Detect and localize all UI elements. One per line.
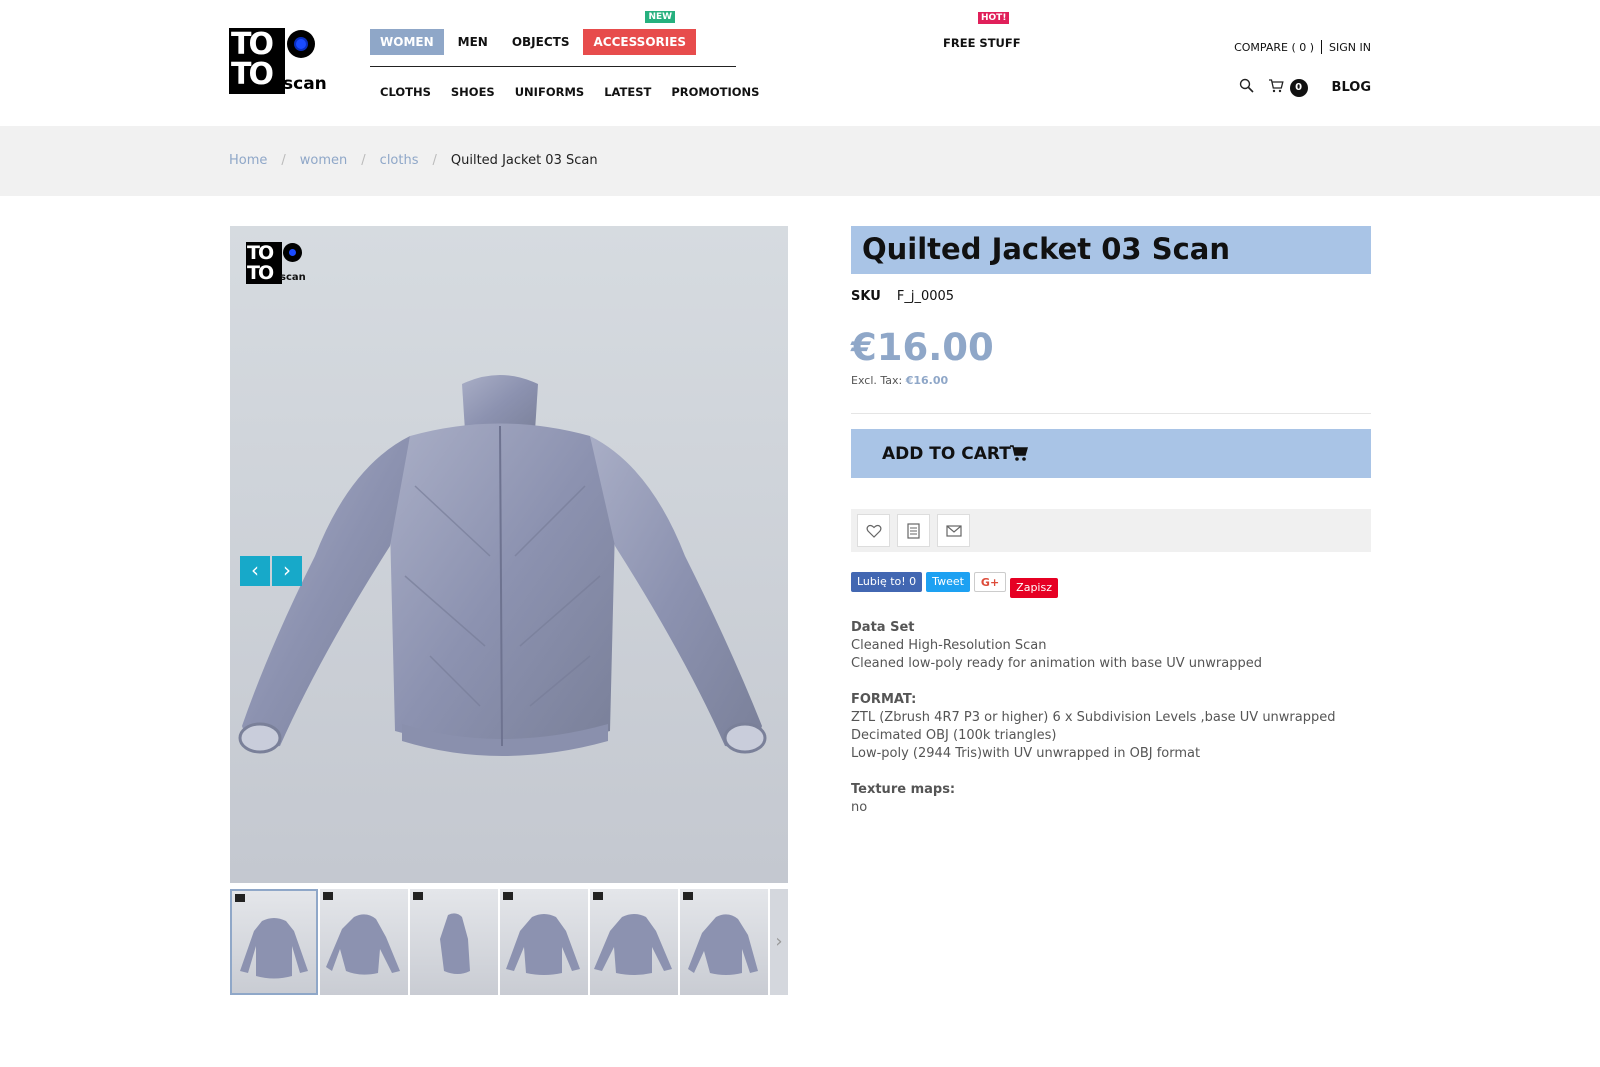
nav-divider [370, 66, 736, 67]
product-actions [851, 509, 1371, 552]
sub-nav: CLOTHS SHOES UNIFORMS LATEST PROMOTIONS [380, 85, 759, 99]
texture-value: no [851, 800, 868, 815]
add-to-cart-label: ADD TO CART [882, 444, 1011, 464]
chevron-right-icon: › [775, 931, 783, 952]
format-line: ZTL (Zbrush 4R7 P3 or higher) 6 x Subdiv… [851, 710, 1336, 725]
thumbnail[interactable] [230, 889, 318, 995]
nav-men[interactable]: MEN [448, 29, 498, 55]
facebook-like-button[interactable]: Lubię to! 0 [851, 572, 923, 592]
tweet-button[interactable]: Tweet [926, 572, 970, 592]
cart-icon[interactable] [1268, 78, 1284, 97]
header-icons: 0 BLOG [1239, 78, 1371, 97]
product-title-box: Quilted Jacket 03 Scan [851, 226, 1371, 274]
excl-tax-price: €16.00 [905, 374, 949, 387]
cart-count-badge: 0 [1289, 78, 1308, 97]
compare-button[interactable] [897, 514, 930, 547]
breadcrumb-separator: / [361, 153, 366, 168]
format-line: Low-poly (2944 Tris)with UV unwrapped in… [851, 746, 1201, 761]
email-button[interactable] [937, 514, 970, 547]
chevron-right-icon: › [283, 558, 291, 582]
sku-value: F_j_0005 [896, 289, 955, 304]
sign-in-link[interactable]: SIGN IN [1329, 41, 1371, 54]
subnav-shoes[interactable]: SHOES [451, 85, 495, 99]
hot-badge: HOT! [978, 12, 1010, 24]
breadcrumb-home[interactable]: Home [229, 153, 267, 168]
wishlist-button[interactable] [857, 514, 890, 547]
add-to-cart-button[interactable]: ADD TO CART [851, 429, 1371, 478]
nav-women[interactable]: WOMEN [370, 29, 444, 55]
logo-mark: TO TO [229, 28, 285, 94]
nav-objects[interactable]: OBJECTS [502, 29, 580, 55]
thumbnail-next-button[interactable]: › [770, 889, 788, 995]
excl-tax-label: Excl. Tax: [851, 374, 903, 387]
thumbnail[interactable] [590, 889, 678, 995]
compare-link[interactable]: COMPARE ( 0 ) [1234, 41, 1314, 54]
nav-accessories-label: ACCESSORIES [593, 35, 687, 49]
breadcrumb-women[interactable]: women [300, 153, 348, 168]
jacket-render-image [238, 375, 767, 756]
sku-row: SKU F_j_0005 [851, 289, 954, 304]
format-line: Decimated OBJ (100k triangles) [851, 728, 1057, 743]
thumbnail[interactable] [320, 889, 408, 995]
data-set-line: Cleaned low-poly ready for animation wit… [851, 656, 1262, 671]
texture-heading: Texture maps: [851, 782, 956, 797]
product-description: Data Set Cleaned High-Resolution Scan Cl… [851, 619, 1336, 817]
thumbnail[interactable] [500, 889, 588, 995]
breadcrumb-current: Quilted Jacket 03 Scan [450, 153, 598, 168]
mail-icon [945, 524, 962, 537]
breadcrumb-cloths[interactable]: cloths [380, 153, 419, 168]
product-title: Quilted Jacket 03 Scan [862, 232, 1230, 266]
breadcrumb-separator: / [281, 153, 286, 168]
subnav-promotions[interactable]: PROMOTIONS [671, 85, 759, 99]
logo-scan-text: scan [283, 74, 327, 94]
account-links: COMPARE ( 0 ) SIGN IN [1234, 40, 1371, 54]
thumbnail-strip: › [230, 889, 788, 997]
chevron-left-icon: ‹ [251, 558, 259, 582]
google-plus-button[interactable]: G+ [973, 572, 1007, 592]
page: TO TO scan WOMEN MEN OBJECTS ACCESSORIES … [0, 0, 1600, 1067]
excl-tax-row: Excl. Tax: €16.00 [851, 374, 948, 387]
pinterest-save-button[interactable]: Zapisz [1010, 578, 1058, 598]
thumbnail[interactable] [410, 889, 498, 995]
document-icon [906, 522, 920, 539]
data-set-heading: Data Set [851, 620, 915, 635]
product-price: €16.00 [851, 326, 994, 369]
nav-accessories[interactable]: ACCESSORIES NEW [583, 11, 697, 55]
sku-label: SKU [851, 289, 881, 304]
breadcrumb-bar: Home / women / cloths / Quilted Jacket 0… [0, 126, 1600, 196]
data-set-line: Cleaned High-Resolution Scan [851, 638, 1047, 653]
subnav-uniforms[interactable]: UNIFORMS [515, 85, 584, 99]
divider [851, 413, 1371, 414]
site-logo[interactable]: TO TO scan [229, 28, 327, 94]
gallery-next-button[interactable]: › [272, 556, 302, 586]
breadcrumb-separator: / [432, 153, 437, 168]
separator [1321, 40, 1323, 54]
subnav-latest[interactable]: LATEST [604, 85, 651, 99]
search-icon[interactable] [1239, 78, 1254, 97]
product-main-image[interactable]: TO TO scan ‹ › [230, 226, 788, 883]
format-heading: FORMAT: [851, 692, 917, 707]
logo-dot [287, 30, 315, 58]
nav-free-stuff[interactable]: FREE STUFF [943, 36, 1021, 50]
new-badge: NEW [645, 11, 676, 23]
subnav-cloths[interactable]: CLOTHS [380, 85, 431, 99]
breadcrumb: Home / women / cloths / Quilted Jacket 0… [229, 153, 598, 168]
cart-icon [1010, 445, 1028, 461]
main-nav: WOMEN MEN OBJECTS ACCESSORIES NEW [370, 11, 700, 55]
gallery-prev-button[interactable]: ‹ [240, 556, 270, 586]
social-share: Lubię to! 0 Tweet G+ Zapisz [851, 572, 1058, 598]
heart-icon [866, 524, 881, 538]
nav-blog[interactable]: BLOG [1332, 80, 1371, 95]
thumbnail[interactable] [680, 889, 768, 995]
